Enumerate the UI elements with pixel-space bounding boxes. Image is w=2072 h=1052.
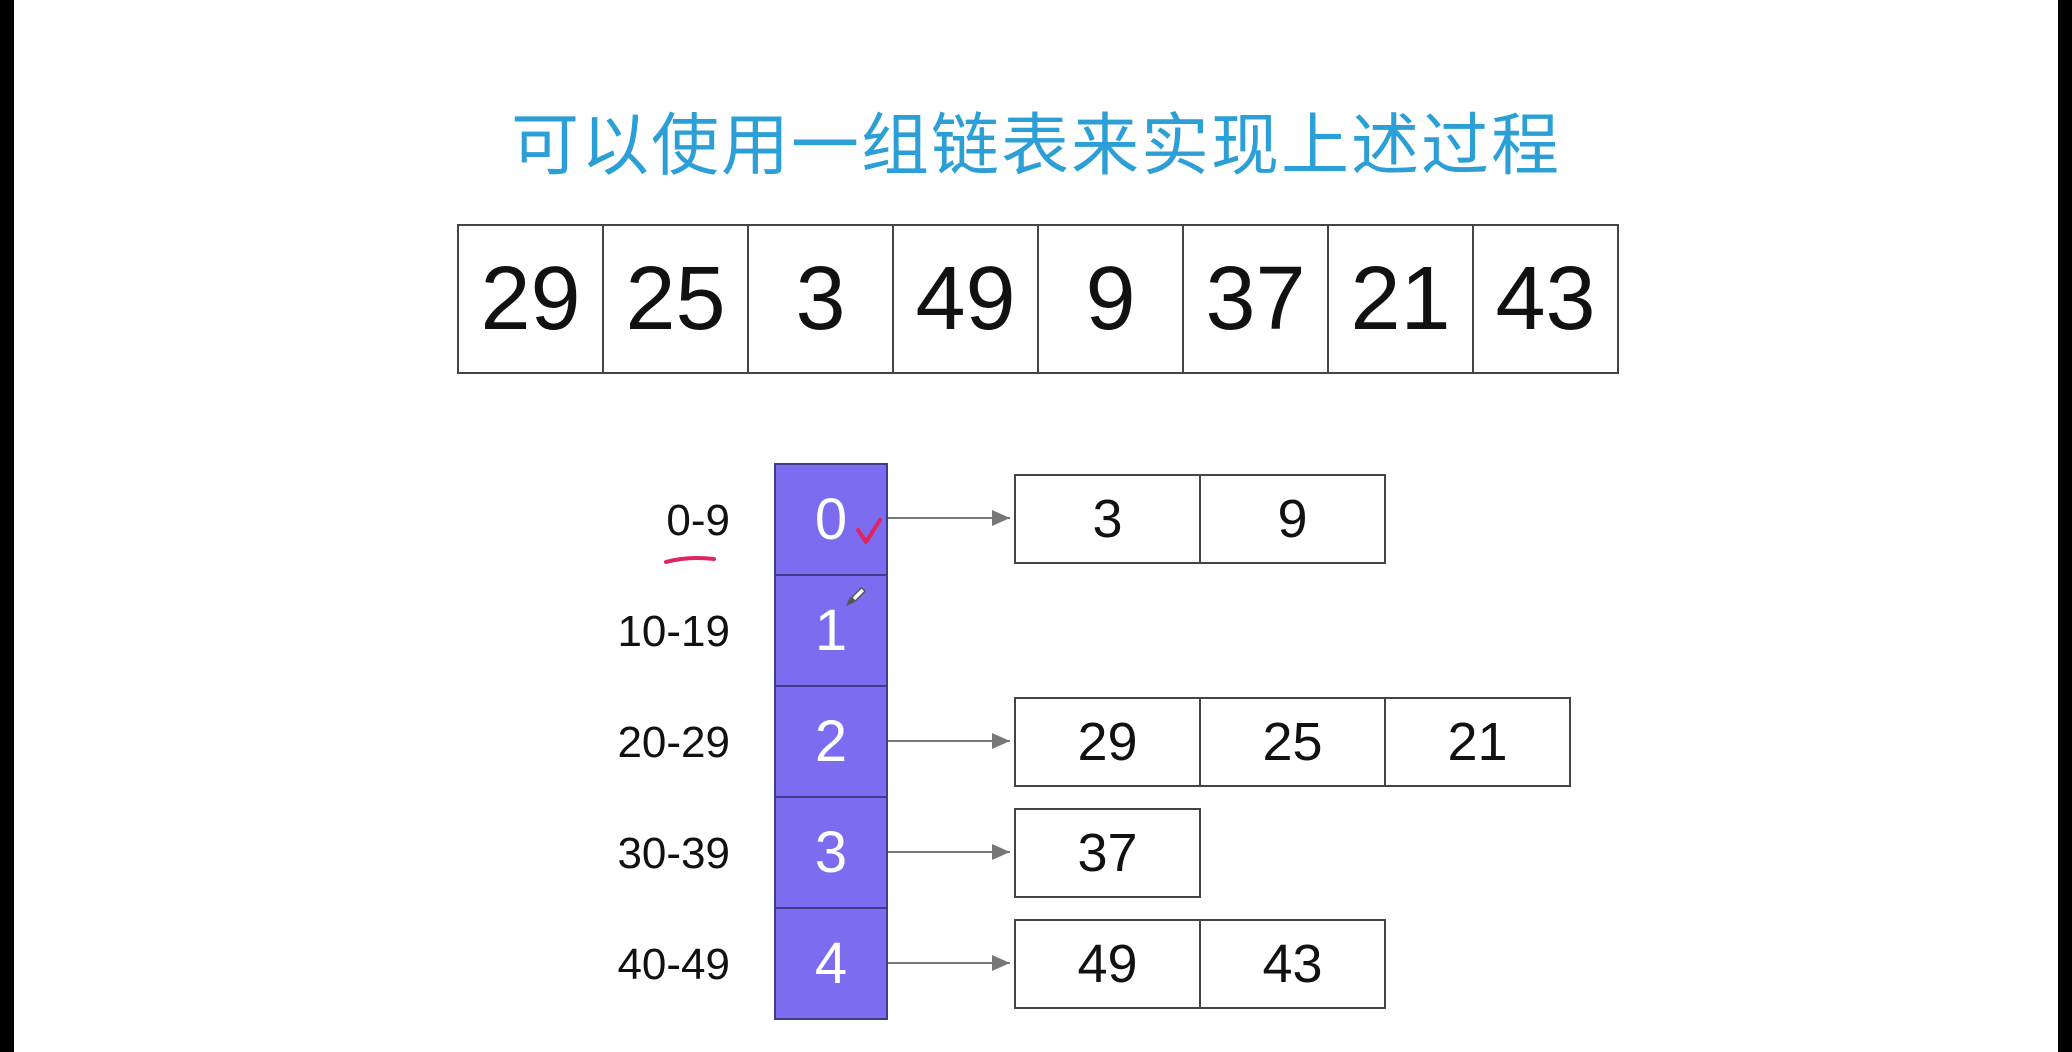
checkmark-icon — [856, 518, 882, 544]
diagram-overlay — [664, 510, 1010, 971]
underline-mark — [664, 556, 716, 564]
pencil-cursor-icon — [846, 587, 866, 606]
